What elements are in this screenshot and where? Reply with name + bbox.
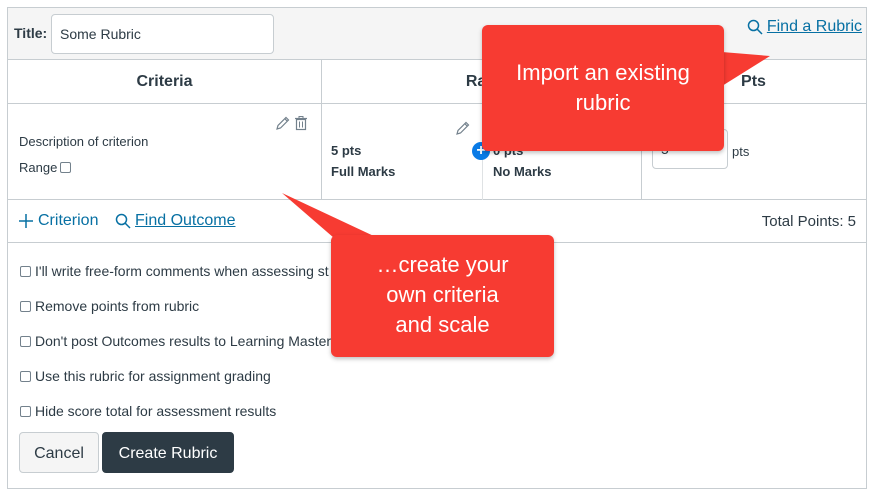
- create-rubric-button[interactable]: Create Rubric: [102, 432, 234, 473]
- callout-text-line: own criteria: [386, 282, 499, 307]
- option-label: Use this rubric for assignment grading: [35, 368, 271, 384]
- option-dont-post-outcomes[interactable]: Don't post Outcomes results to Learning …: [20, 333, 331, 349]
- option-checkbox[interactable]: [20, 370, 31, 382]
- rubric-table-header: Criteria Rati Pts: [8, 60, 866, 104]
- option-hide-score-total[interactable]: Hide score total for assessment results: [20, 403, 276, 419]
- edit-criterion-pencil-icon[interactable]: [275, 115, 291, 131]
- rating-label: Full Marks: [331, 164, 396, 179]
- add-criterion-button[interactable]: Criterion: [18, 212, 98, 230]
- option-free-form-comments[interactable]: I'll write free-form comments when asses…: [20, 263, 329, 279]
- option-label: I'll write free-form comments when asses…: [35, 263, 329, 279]
- create-criteria-callout: …create your own criteria and scale: [331, 235, 554, 357]
- option-checkbox[interactable]: [20, 265, 31, 277]
- title-label: Title:: [14, 25, 48, 41]
- range-toggle[interactable]: Range: [19, 160, 72, 175]
- search-icon: [115, 213, 131, 229]
- find-outcome-label: Find Outcome: [135, 212, 236, 229]
- plus-icon: [19, 214, 33, 228]
- search-icon: [747, 19, 763, 35]
- option-label: Don't post Outcomes results to Learning …: [35, 333, 332, 349]
- total-points: Total Points: 5: [761, 213, 856, 230]
- criterion-description: Description of criterion: [19, 134, 149, 149]
- rating-points: 5 pts: [331, 143, 362, 158]
- option-remove-points[interactable]: Remove points from rubric: [20, 298, 199, 314]
- range-checkbox[interactable]: [60, 162, 72, 173]
- edit-rating-pencil-icon[interactable]: [455, 120, 471, 136]
- callout-text-line: Import an existing: [516, 60, 690, 85]
- find-outcome-link[interactable]: Find Outcome: [115, 212, 235, 230]
- option-checkbox[interactable]: [20, 300, 31, 312]
- add-criterion-label: Criterion: [38, 212, 99, 229]
- rubric-title-input[interactable]: [51, 14, 274, 54]
- rubric-header: Title: Find a Rubric: [8, 8, 866, 60]
- import-rubric-callout: Import an existing rubric: [482, 25, 724, 151]
- range-label: Range: [19, 160, 58, 175]
- column-divider: [321, 60, 322, 200]
- find-rubric-label: Find a Rubric: [766, 18, 862, 35]
- option-use-for-grading[interactable]: Use this rubric for assignment grading: [20, 368, 271, 384]
- find-rubric-link[interactable]: Find a Rubric: [747, 18, 862, 36]
- delete-criterion-trash-icon[interactable]: [293, 115, 309, 131]
- rating-label: No Marks: [493, 164, 552, 179]
- option-checkbox[interactable]: [20, 405, 31, 417]
- criteria-column-header: Criteria: [136, 73, 193, 90]
- callout-text-line: rubric: [575, 90, 631, 115]
- rating-full-marks[interactable]: 5 pts Full Marks: [331, 143, 395, 179]
- option-label: Hide score total for assessment results: [35, 403, 277, 419]
- option-label: Remove points from rubric: [35, 298, 200, 314]
- cancel-button[interactable]: Cancel: [19, 432, 99, 473]
- option-checkbox[interactable]: [20, 335, 31, 347]
- points-unit-label: pts: [732, 144, 750, 159]
- callout-text-line: …create your: [376, 252, 509, 277]
- callout-text-line: and scale: [395, 312, 490, 337]
